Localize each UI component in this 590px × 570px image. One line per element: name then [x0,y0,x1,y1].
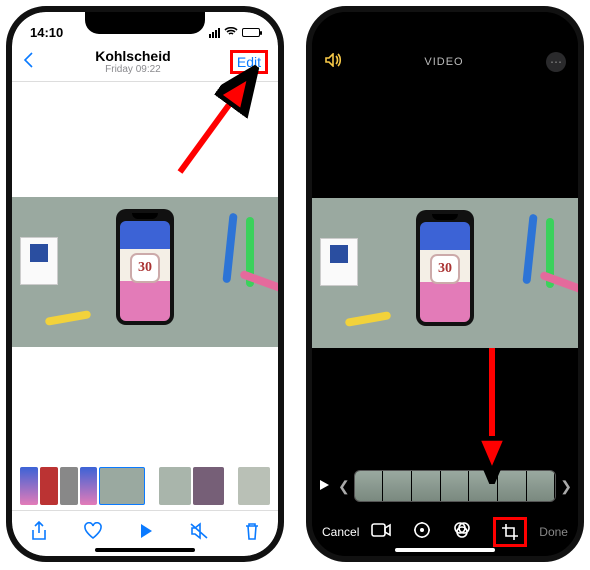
notch [385,12,505,34]
phone-right: . VIDEO ⋯ 30 [306,6,584,562]
edit-header: VIDEO ⋯ [312,42,578,82]
play-icon[interactable] [138,522,154,545]
more-icon[interactable]: ⋯ [546,52,566,72]
edit-toolbar: Cancel Done [312,508,578,556]
home-indicator[interactable] [395,548,495,552]
prop-box [20,237,58,285]
annotation-arrow [162,62,272,182]
filters-icon[interactable] [453,521,471,544]
notch [85,12,205,34]
badge-number: 30 [430,254,460,284]
home-indicator[interactable] [95,548,195,552]
thumbnail[interactable] [238,467,270,505]
video-preview[interactable]: 30 [312,82,578,464]
prop-phone: 30 [116,209,174,325]
thumbnail[interactable] [40,467,58,505]
trash-icon[interactable] [244,521,260,546]
cellular-signal-icon [209,28,220,38]
prop-box [320,238,358,286]
volume-icon[interactable] [324,53,342,72]
thumbnail[interactable] [60,467,78,505]
video-tab-icon[interactable] [371,523,391,542]
trim-handle-left[interactable]: ❮ [338,478,350,495]
done-button[interactable]: Done [539,525,568,539]
mute-icon[interactable] [189,522,209,545]
heart-icon[interactable] [83,522,103,545]
thumbnail[interactable] [193,467,225,505]
back-chevron-icon[interactable] [22,49,36,75]
share-icon[interactable] [30,521,48,546]
cancel-button[interactable]: Cancel [322,525,359,539]
badge-number: 30 [130,253,160,283]
timeline-row: ❮ ❯ [312,464,578,508]
battery-icon [242,28,260,37]
trim-handle-right[interactable]: ❯ [560,478,572,495]
thumbnail[interactable] [20,467,38,505]
video-scrubber[interactable] [354,470,557,502]
crop-rotate-icon[interactable] [493,517,527,547]
thumbnail-selected[interactable] [99,467,145,505]
phone-left: 14:10 Kohlscheid Friday 09:22 Edit [6,6,284,562]
mode-label: VIDEO [424,56,463,68]
wifi-icon [224,25,238,40]
thumbnail[interactable] [159,467,191,505]
status-time: 14:10 [30,25,80,40]
thumbnail[interactable] [80,467,98,505]
prop-phone: 30 [416,210,474,326]
thumbnail-strip[interactable] [12,462,278,510]
adjust-icon[interactable] [413,521,431,544]
annotation-arrow [462,342,522,492]
play-icon[interactable] [318,478,334,494]
